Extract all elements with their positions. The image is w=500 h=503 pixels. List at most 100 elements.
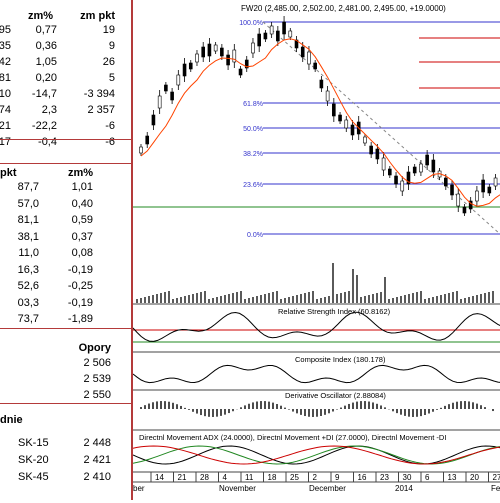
- change-pct-cell: 0,36: [36, 39, 57, 53]
- month-label: Fe: [491, 484, 500, 493]
- candle-body: [494, 178, 497, 186]
- value-cell: 11,0: [18, 246, 39, 260]
- col-header: pkt: [0, 166, 17, 180]
- col-header: zm%: [68, 166, 93, 180]
- day-label: 18: [268, 473, 277, 482]
- support-row: SK-15 2 448: [0, 436, 131, 450]
- table-row: 421,0526: [0, 55, 131, 69]
- candle-body: [363, 137, 366, 143]
- change-pts-cell: 9: [109, 39, 115, 53]
- candle-body: [451, 185, 454, 195]
- table-row: 03,3 -0,19: [0, 296, 131, 310]
- table-row: 35 0,36 9: [0, 39, 131, 53]
- resistance-value: 2 550: [83, 388, 111, 402]
- divider: [0, 163, 131, 164]
- value-cell: 87,7: [18, 180, 39, 194]
- candle-body: [488, 187, 491, 193]
- candle-body: [158, 96, 161, 108]
- technical-chart[interactable]: FW20 (2,485.00, 2,502.00, 2,481.00, 2,49…: [133, 0, 500, 500]
- table-row: 81,1 0,59: [0, 213, 131, 227]
- candle-body: [419, 164, 422, 172]
- chart-canvas[interactable]: FW20 (2,485.00, 2,502.00, 2,481.00, 2,49…: [133, 0, 500, 500]
- day-label: 13: [448, 473, 457, 482]
- candle-body: [276, 31, 279, 41]
- change-pts-cell: 19: [103, 23, 115, 37]
- candle-body: [301, 47, 304, 57]
- day-label: 30: [403, 473, 412, 482]
- change-pct-cell: 0,59: [72, 213, 93, 227]
- candle-body: [320, 80, 323, 88]
- table-row: 16,3-0,19: [0, 263, 131, 277]
- price-cell: 35: [0, 39, 11, 53]
- change-pct-cell: -22,2: [32, 119, 57, 133]
- day-label: 6: [425, 473, 430, 482]
- candle-body: [270, 26, 273, 34]
- value-cell: 38,1: [18, 230, 39, 244]
- candle-body: [413, 167, 416, 173]
- col-header: zm pkt: [80, 9, 115, 23]
- opory-title: Opory: [79, 341, 111, 355]
- value-cell: 52,6: [18, 279, 39, 293]
- change-pts-cell: -6: [105, 135, 115, 149]
- chart-title: FW20 (2,485.00, 2,502.00, 2,481.00, 2,49…: [241, 4, 446, 13]
- change-pct-cell: -14,7: [32, 87, 57, 101]
- candle-body: [208, 44, 211, 56]
- table-row: 57,00,40: [0, 197, 131, 211]
- candle-body: [376, 149, 379, 159]
- table-row: 21-22,2-6: [0, 119, 131, 133]
- day-label: 28: [200, 473, 209, 482]
- candle-body: [164, 85, 167, 91]
- candle-body: [388, 169, 391, 175]
- price-cell: 17: [0, 135, 11, 149]
- divider: [0, 328, 131, 329]
- candle-body: [264, 33, 267, 39]
- derivative-label: Derivative Oscillator (2.88084): [285, 391, 386, 400]
- candle-body: [239, 69, 242, 75]
- fib-label: 0.0%: [247, 232, 263, 239]
- table-row: 10-14,7-3 394: [0, 87, 131, 101]
- candle-body: [382, 158, 385, 170]
- change-pct-cell: -0,19: [68, 296, 93, 310]
- candle-body: [183, 64, 186, 76]
- fib-label: 38.2%: [243, 151, 263, 158]
- candle-body: [171, 92, 174, 100]
- candle-body: [202, 47, 205, 57]
- change-pct-cell: 1,01: [72, 180, 93, 194]
- value-cell: 81,1: [18, 213, 39, 227]
- table2-header: pkt zm%: [0, 166, 131, 180]
- table-row: 742,32 357: [0, 103, 131, 117]
- day-label: 20: [470, 473, 479, 482]
- support-value: 2 421: [83, 453, 111, 467]
- candle-body: [345, 120, 348, 128]
- value-cell: 73,7: [18, 312, 39, 326]
- fib-label: 61.8%: [243, 101, 263, 108]
- candle-body: [289, 31, 292, 37]
- opory-header: Opory: [0, 341, 131, 355]
- change-pct-cell: 0,08: [72, 246, 93, 260]
- ma-name: SK-15: [18, 436, 49, 450]
- candle-body: [140, 147, 143, 153]
- price-cell: 10: [0, 87, 11, 101]
- change-pct-cell: 0,40: [72, 197, 93, 211]
- change-pct-cell: 0,77: [36, 23, 57, 37]
- day-label: 14: [155, 473, 164, 482]
- candle-body: [152, 115, 155, 125]
- candle-body: [146, 136, 149, 144]
- support-row: SK-452 410: [0, 470, 131, 484]
- resistance-row: 2 550: [0, 388, 131, 402]
- fib-label: 50.0%: [243, 126, 263, 133]
- candle-body: [370, 146, 373, 154]
- table-row: 87,7 1,01: [0, 180, 131, 194]
- table-row: 73,7-1,89: [0, 312, 131, 326]
- resistance-row: 2 506: [0, 356, 131, 370]
- support-value: 2 448: [83, 436, 111, 450]
- value-cell: 03,3: [18, 296, 39, 310]
- divider: [0, 139, 131, 140]
- day-label: 16: [358, 473, 367, 482]
- candle-body: [339, 115, 342, 121]
- candle-body: [177, 75, 180, 85]
- candle-body: [444, 178, 447, 186]
- price-cell: 74: [0, 103, 11, 117]
- wsparcia-title: dnie: [0, 413, 23, 427]
- day-label: 4: [223, 473, 228, 482]
